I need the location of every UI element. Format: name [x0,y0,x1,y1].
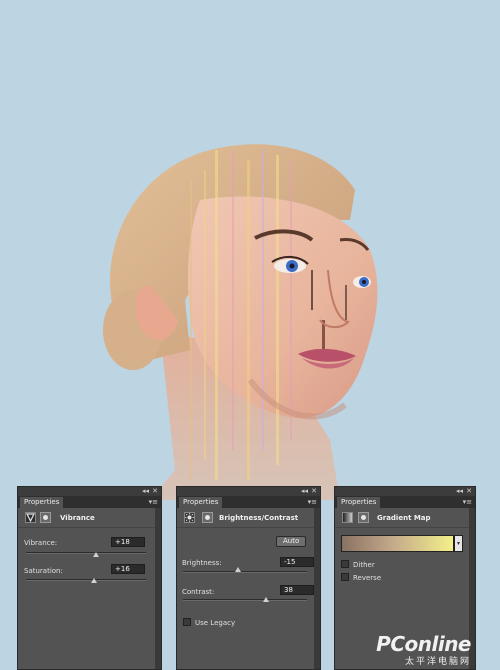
panel-menu-icon[interactable]: ▾≡ [463,497,472,507]
contrast-value-field[interactable]: 38 [280,585,314,595]
contrast-slider-thumb[interactable] [263,597,269,602]
panel-header: Brightness/Contrast [177,508,320,528]
auto-button[interactable]: Auto [276,536,307,547]
tab-properties[interactable]: Properties [179,497,223,508]
contrast-slider-track[interactable] [183,599,307,601]
saturation-value-field[interactable]: +16 [111,564,145,574]
brightness-slider-track[interactable] [183,571,307,573]
watermark-logo: PConline [376,632,471,656]
properties-panel-brightness-contrast: ◂◂ ✕ Properties ▾≡ Brightness/Contrast A… [176,486,321,670]
gradient-dropdown-arrow-icon[interactable]: ▾ [454,535,463,552]
panel-tabs: Properties ▾≡ [177,496,320,508]
use-legacy-label: Use Legacy [195,619,236,627]
reverse-checkbox[interactable] [341,573,349,581]
watermark-subtitle: 太平洋电脑网 [404,657,471,667]
brightness-value-field[interactable]: -15 [280,557,314,567]
panel-scrollbar[interactable] [314,508,320,669]
tab-properties[interactable]: Properties [337,497,381,508]
panel-topbar: ◂◂ ✕ [177,487,320,496]
saturation-slider-thumb[interactable] [91,578,97,583]
properties-panel-vibrance: ◂◂ ✕ Properties ▾≡ Vibrance Vibrance: +1… [17,486,162,670]
panel-topbar: ◂◂ ✕ [335,487,475,496]
brightness-slider-thumb[interactable] [235,567,241,572]
brightness-label: Brightness: [182,559,222,567]
use-legacy-checkbox[interactable] [183,618,191,626]
vibrance-slider-thumb[interactable] [93,552,99,557]
panel-topbar: ◂◂ ✕ [18,487,161,496]
properties-panel-gradient-map: ◂◂ ✕ Properties ▾≡ Gradient Map ▾ Dither… [334,486,476,670]
watermark: PConline 太平洋电脑网 [376,632,471,667]
panel-scrollbar[interactable] [155,508,161,669]
panel-tabs: Properties ▾≡ [18,496,161,508]
contrast-label: Contrast: [182,588,215,596]
gradient-map-icon [342,512,353,523]
collapse-icon[interactable]: ◂◂ [301,487,308,496]
vibrance-label: Vibrance: [24,539,58,547]
vibrance-triangle-icon [25,512,36,523]
saturation-label: Saturation: [24,567,63,575]
vibrance-value-field[interactable]: +18 [111,537,145,547]
tab-properties[interactable]: Properties [20,497,64,508]
vibrance-slider-track[interactable] [26,552,146,554]
brightness-sun-icon [184,512,195,523]
close-icon[interactable]: ✕ [311,487,317,496]
panel-title: Vibrance [60,514,95,522]
layer-mask-icon[interactable] [358,512,369,523]
panel-title: Brightness/Contrast [219,514,299,522]
panel-title: Gradient Map [377,514,431,522]
gradient-preview-bar[interactable] [341,535,454,552]
layer-mask-icon[interactable] [202,512,213,523]
panel-header: Vibrance [18,508,161,528]
layer-mask-icon[interactable] [40,512,51,523]
close-icon[interactable]: ✕ [466,487,472,496]
reverse-label: Reverse [353,574,382,582]
collapse-icon[interactable]: ◂◂ [142,487,149,496]
panel-tabs: Properties ▾≡ [335,496,475,508]
collapse-icon[interactable]: ◂◂ [456,487,463,496]
panel-menu-icon[interactable]: ▾≡ [308,497,317,507]
dither-checkbox[interactable] [341,560,349,568]
panel-menu-icon[interactable]: ▾≡ [149,497,158,507]
dither-label: Dither [353,561,375,569]
panel-header: Gradient Map [335,508,475,528]
close-icon[interactable]: ✕ [152,487,158,496]
saturation-slider-track[interactable] [26,579,146,581]
